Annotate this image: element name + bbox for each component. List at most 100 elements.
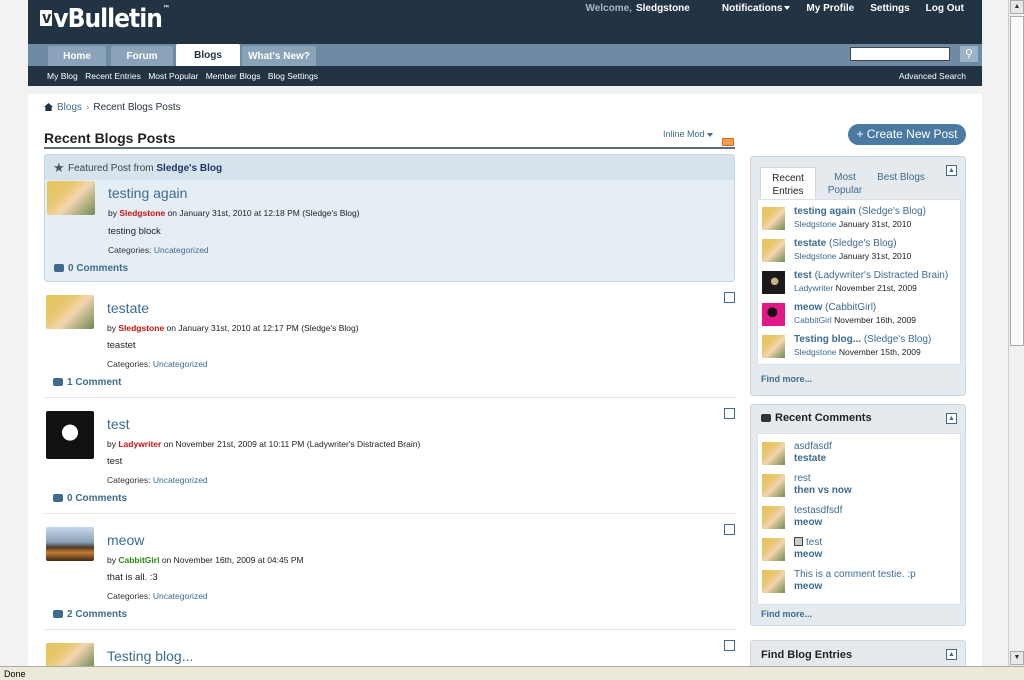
settings-link[interactable]: Settings xyxy=(870,3,909,14)
subnav-member-blogs[interactable]: Member Blogs xyxy=(206,71,261,81)
entry-user-link[interactable]: CabbitGirl xyxy=(794,315,832,325)
tab-home[interactable]: Home xyxy=(48,46,106,66)
avatar[interactable] xyxy=(47,181,95,215)
rss-icon[interactable] xyxy=(722,138,734,146)
subnav-my-blog[interactable]: My Blog xyxy=(47,71,78,81)
comment-entry-link[interactable]: then vs now xyxy=(794,485,852,496)
notifications-link[interactable]: Notifications xyxy=(706,3,791,14)
post-title[interactable]: Testing blog... xyxy=(107,648,193,664)
category-link[interactable]: Uncategorized xyxy=(154,245,209,255)
comment-entry-link[interactable]: meow xyxy=(794,581,822,592)
post-title[interactable]: testing again xyxy=(108,185,187,201)
author-link[interactable]: Sledgstone xyxy=(119,208,165,218)
avatar[interactable] xyxy=(762,442,785,465)
entry-title-link[interactable]: meow xyxy=(794,302,822,313)
featured-blog-link[interactable]: Sledge's Blog xyxy=(156,163,222,174)
breadcrumb-blogs[interactable]: Blogs xyxy=(57,102,82,113)
comment-link[interactable]: This is a comment testie. :p xyxy=(794,569,916,580)
subnav-blog-settings[interactable]: Blog Settings xyxy=(268,71,318,81)
tab-best-blogs[interactable]: Best Blogs xyxy=(873,167,929,199)
author-link[interactable]: Ladywriter xyxy=(118,439,161,449)
tab-blogs[interactable]: Blogs xyxy=(176,44,240,66)
comment-link[interactable]: test xyxy=(794,537,822,548)
select-checkbox[interactable] xyxy=(724,640,735,651)
tab-forum[interactable]: Forum xyxy=(111,46,173,66)
collapse-icon[interactable]: ▲ xyxy=(946,165,957,176)
scroll-thumb[interactable] xyxy=(1010,16,1024,346)
avatar[interactable] xyxy=(46,643,94,668)
avatar[interactable] xyxy=(762,239,785,262)
list-item: asdfasdf testate xyxy=(762,440,958,468)
entry-blog-link[interactable]: (Sledge's Blog) xyxy=(864,334,932,345)
entry-title-link[interactable]: testing again xyxy=(794,206,856,217)
post-categories: Categories: Uncategorized xyxy=(107,359,208,369)
category-link[interactable]: Uncategorized xyxy=(153,359,208,369)
select-checkbox[interactable] xyxy=(724,408,735,419)
blog-post: Testing blog... xyxy=(44,638,735,668)
tab-whats-new[interactable]: What's New? xyxy=(242,46,316,66)
avatar[interactable] xyxy=(46,295,94,329)
post-title[interactable]: test xyxy=(107,416,130,432)
entry-title-link[interactable]: Testing blog... xyxy=(794,334,861,345)
entry-blog-link[interactable]: (CabbitGirl) xyxy=(825,302,876,313)
comment-link[interactable]: asdfasdf xyxy=(794,441,832,452)
author-link[interactable]: CabbitGirl xyxy=(118,555,159,565)
avatar[interactable] xyxy=(762,271,785,294)
home-icon[interactable] xyxy=(44,103,53,111)
vbulletin-logo[interactable]: v vBulletin™ xyxy=(40,4,170,34)
entry-user-link[interactable]: Ladywriter xyxy=(794,283,833,293)
entry-blog-link[interactable]: (Sledge's Blog) xyxy=(829,238,897,249)
create-new-post-button[interactable]: + Create New Post xyxy=(848,124,966,145)
entry-title-link[interactable]: testate xyxy=(794,238,826,249)
collapse-icon[interactable]: ▲ xyxy=(946,413,957,424)
search-input[interactable] xyxy=(850,47,950,61)
scroll-down-icon[interactable]: ▼ xyxy=(1010,651,1024,665)
subnav-recent-entries[interactable]: Recent Entries xyxy=(85,71,141,81)
avatar[interactable] xyxy=(762,303,785,326)
avatar[interactable] xyxy=(762,335,785,358)
avatar[interactable] xyxy=(762,506,785,529)
scroll-up-icon[interactable]: ▲ xyxy=(1010,0,1024,14)
entry-user-link[interactable]: Sledgstone xyxy=(794,347,837,357)
comment-link[interactable]: rest xyxy=(794,473,811,484)
comments-link[interactable]: 0 Comments xyxy=(53,493,127,504)
comments-link[interactable]: 1 Comment xyxy=(53,377,121,388)
category-link[interactable]: Uncategorized xyxy=(153,591,208,601)
logout-link[interactable]: Log Out xyxy=(926,3,964,14)
comment-link[interactable]: testasdfsdf xyxy=(794,505,842,516)
advanced-search-link[interactable]: Advanced Search xyxy=(899,71,966,81)
select-checkbox[interactable] xyxy=(724,524,735,535)
comment-entry-link[interactable]: testate xyxy=(794,453,826,464)
collapse-icon[interactable]: ▲ xyxy=(946,649,957,660)
entry-blog-link[interactable]: (Ladywriter's Distracted Brain) xyxy=(815,270,949,281)
avatar[interactable] xyxy=(762,207,785,230)
category-link[interactable]: Uncategorized xyxy=(153,475,208,485)
welcome-username[interactable]: Sledgstone xyxy=(636,3,690,14)
post-title[interactable]: testate xyxy=(107,300,149,316)
avatar[interactable] xyxy=(762,538,785,561)
comments-link[interactable]: 0 Comments xyxy=(54,263,128,274)
my-profile-link[interactable]: My Profile xyxy=(806,3,854,14)
comment-entry-link[interactable]: meow xyxy=(794,517,822,528)
avatar[interactable] xyxy=(762,570,785,593)
find-more-link[interactable]: Find more... xyxy=(761,609,812,619)
entry-title-link[interactable]: test xyxy=(794,270,812,281)
entry-user-link[interactable]: Sledgstone xyxy=(794,251,837,261)
author-link[interactable]: Sledgstone xyxy=(118,323,164,333)
avatar[interactable] xyxy=(762,474,785,497)
post-title[interactable]: meow xyxy=(107,532,144,548)
entry-blog-link[interactable]: (Sledge's Blog) xyxy=(858,206,926,217)
inline-mod-menu[interactable]: Inline Mod xyxy=(663,129,713,139)
entry-user-link[interactable]: Sledgstone xyxy=(794,219,837,229)
find-more-link[interactable]: Find more... xyxy=(761,374,812,384)
comment-entry-link[interactable]: meow xyxy=(794,549,822,560)
vertical-scrollbar[interactable]: ▲ ▼ xyxy=(1008,0,1024,666)
avatar[interactable] xyxy=(46,411,94,459)
avatar[interactable] xyxy=(46,527,94,561)
comments-link[interactable]: 2 Comments xyxy=(53,609,127,620)
tab-recent-entries[interactable]: Recent Entries xyxy=(760,167,816,199)
search-icon[interactable]: ⚲ xyxy=(960,46,978,62)
subnav-most-popular[interactable]: Most Popular xyxy=(148,71,198,81)
tab-most-popular[interactable]: Most Popular xyxy=(817,167,873,199)
select-checkbox[interactable] xyxy=(724,292,735,303)
